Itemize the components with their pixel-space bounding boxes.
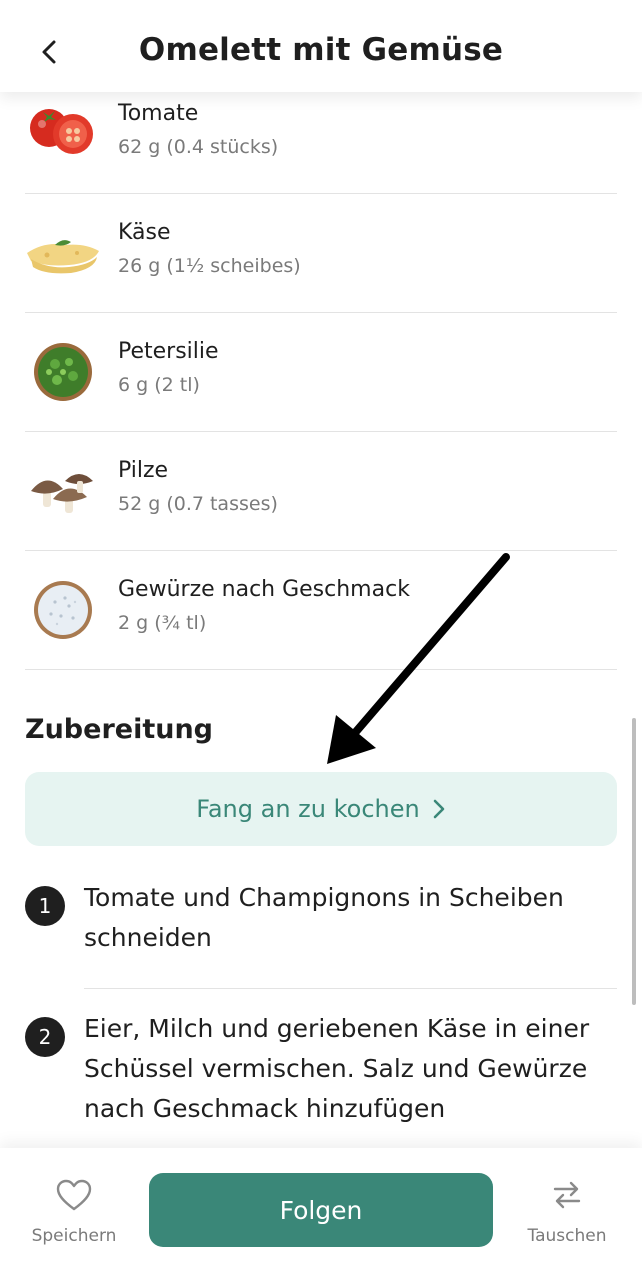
tomato-icon [25, 92, 101, 162]
step-divider [84, 988, 617, 989]
swap-label: Tauschen [527, 1226, 607, 1246]
ingredient-name: Käse [118, 220, 171, 245]
swap-arrows-icon [550, 1178, 584, 1216]
save-label: Speichern [31, 1226, 117, 1246]
save-button[interactable]: Speichern [24, 1178, 124, 1246]
ingredient-amount: 2 g (¾ tl) [118, 612, 207, 634]
swap-button[interactable]: Tauschen [517, 1178, 617, 1246]
heart-icon [55, 1178, 93, 1216]
ingredient-row[interactable]: Käse 26 g (1½ scheibes) [25, 193, 617, 313]
bottom-action-bar: Speichern Folgen Tauschen [0, 1148, 642, 1280]
ingredient-row[interactable]: Gewürze nach Geschmack 2 g (¾ tl) [25, 550, 617, 670]
scrollbar[interactable] [632, 718, 636, 1005]
step-number-badge: 1 [25, 886, 65, 926]
step-text: Tomate und Champignons in Scheiben schne… [84, 883, 564, 952]
parsley-icon [25, 334, 101, 410]
ingredient-name: Petersilie [118, 339, 219, 364]
ingredient-row[interactable]: Tomate 62 g (0.4 stücks) [25, 92, 617, 194]
recipe-content[interactable]: Tomate 62 g (0.4 stücks) Käse 26 g (1½ s… [0, 92, 642, 1148]
page-title: Omelett mit Gemüse [138, 32, 504, 68]
ingredient-name: Tomate [118, 101, 199, 126]
follow-label: Folgen [279, 1195, 363, 1225]
ingredient-amount: 52 g (0.7 tasses) [118, 493, 278, 515]
ingredient-name: Pilze [118, 458, 169, 483]
mushroom-icon [25, 453, 101, 529]
ingredient-amount: 26 g (1½ scheibes) [118, 255, 301, 277]
start-cooking-label: Fang an zu kochen [196, 795, 420, 823]
ingredient-amount: 6 g (2 tl) [118, 374, 200, 396]
follow-button[interactable]: Folgen [149, 1173, 493, 1247]
top-bar: Omelett mit Gemüse [0, 0, 642, 92]
step-text: Eier, Milch und geriebenen Käse in einer… [84, 1014, 590, 1123]
chevron-right-icon [432, 798, 446, 820]
section-title-preparation: Zubereitung [25, 714, 213, 745]
ingredient-name: Gewürze nach Geschmack [118, 577, 410, 602]
ingredient-row[interactable]: Pilze 52 g (0.7 tasses) [25, 431, 617, 551]
salt-icon [25, 572, 101, 648]
cheese-icon [25, 215, 101, 291]
ingredient-amount: 62 g (0.4 stücks) [118, 136, 279, 158]
ingredient-row[interactable]: Petersilie 6 g (2 tl) [25, 312, 617, 432]
step-number-badge: 2 [25, 1017, 65, 1057]
start-cooking-button[interactable]: Fang an zu kochen [25, 772, 617, 846]
